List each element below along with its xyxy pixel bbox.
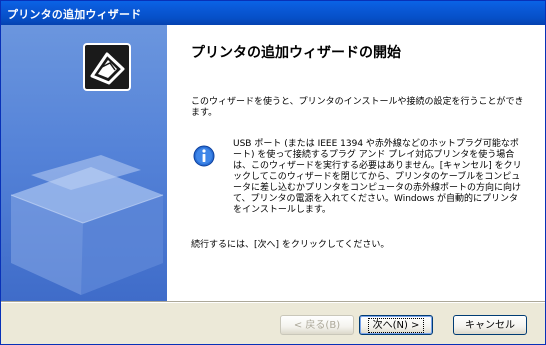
info-icon [193,145,215,167]
wizard-content: プリンタの追加ウィザードの開始 このウィザードを使うと、プリンタのインストールや… [1,25,545,301]
footer-divider [1,301,545,303]
window-title: プリンタの追加ウィザード [7,8,142,21]
back-button[interactable]: < 戻る(B) [280,315,354,335]
continue-instruction: 続行するには、[次へ] をクリックしてください。 [191,240,390,250]
intro-text: このウィザードを使うと、プリンタのインストールや接続の設定を行うことができます。 [191,97,524,118]
cancel-button-label: キャンセル [465,320,515,331]
cancel-button[interactable]: キャンセル [453,315,527,335]
plug-and-play-note: USB ポート (または IEEE 1394 や赤外線などのホットプラグ可能なポ… [233,139,522,215]
back-button-label: < 戻る(B) [293,320,341,331]
printer-illustration [10,155,164,295]
page-title: プリンタの追加ウィザードの開始 [191,45,401,61]
wizard-sidebar [1,25,167,301]
title-bar[interactable]: プリンタの追加ウィザード [1,1,545,25]
next-button-label: 次へ(N) > [367,318,425,333]
add-printer-wizard-window: プリンタの追加ウィザード プリンタの追加ウィザードの開始 このウィザードを使うと… [0,0,546,345]
next-button[interactable]: 次へ(N) > [359,315,433,335]
wizard-main-panel: プリンタの追加ウィザードの開始 このウィザードを使うと、プリンタのインストールや… [167,25,545,301]
printer-wizard-icon [83,43,131,91]
